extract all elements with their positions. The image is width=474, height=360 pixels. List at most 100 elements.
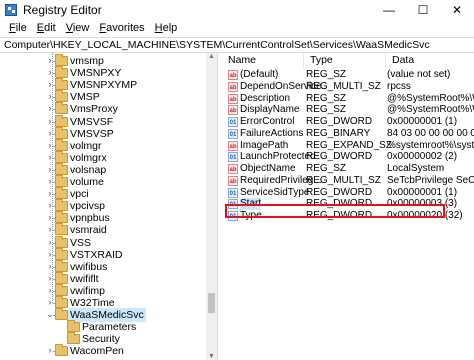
chevron-right-icon[interactable]: ›	[45, 103, 55, 113]
menu-help[interactable]: Help	[150, 22, 183, 34]
chevron-right-icon[interactable]: ›	[45, 164, 55, 174]
value-name: (Default)	[240, 69, 279, 80]
binary-value-icon: 01	[228, 117, 238, 127]
registry-value-row[interactable]: ab ObjectName REG_SZ LocalSystem	[222, 163, 474, 175]
column-header-data[interactable]: Data	[386, 53, 474, 68]
chevron-right-icon[interactable]: ›	[45, 91, 55, 101]
chevron-right-icon[interactable]: ›	[45, 212, 55, 222]
chevron-right-icon[interactable]: ›	[45, 285, 55, 295]
value-type: REG_DWORD	[306, 186, 373, 198]
window-controls: — ☐ ✕	[372, 0, 474, 20]
registry-value-row[interactable]: ab (Default) REG_SZ (value not set)	[222, 69, 474, 81]
column-header-name[interactable]: Name	[222, 53, 304, 68]
scroll-thumb[interactable]	[208, 293, 215, 313]
menu-file-accel: F	[9, 22, 16, 34]
binary-value-icon: 01	[228, 187, 238, 198]
menu-edit-accel: E	[36, 22, 45, 34]
close-button[interactable]: ✕	[440, 0, 474, 20]
maximize-button[interactable]: ☐	[406, 0, 440, 20]
chevron-right-icon[interactable]: ›	[45, 224, 55, 234]
address-path[interactable]: Computer\HKEY_LOCAL_MACHINE\SYSTEM\Curre…	[4, 39, 430, 51]
chevron-right-icon[interactable]: ›	[45, 297, 55, 307]
folder-icon	[55, 235, 68, 248]
folder-icon	[67, 320, 80, 333]
chevron-right-icon[interactable]: ›	[45, 67, 55, 77]
registry-value-row[interactable]: ab RequiredPrivileg... REG_MULTI_SZ SeTcbPr…	[222, 175, 474, 187]
value-data: SeTcbPrivilege SeChange	[387, 174, 474, 186]
menu-favorites[interactable]: Favorites	[94, 22, 149, 34]
value-data: rpcss	[387, 80, 411, 92]
registry-value-row[interactable]: abDisplayName REG_SZ @%SystemRoot%\WaaSMed…	[222, 104, 474, 116]
chevron-right-icon[interactable]: ›	[45, 128, 55, 138]
string-value-icon: ab	[228, 164, 238, 174]
chevron-right-icon[interactable]: ›	[45, 188, 55, 198]
tree-item-label: WacomPen	[70, 345, 124, 358]
registry-value-row[interactable]: 01 ErrorControl REG_DWORD 0x00000001 (1)	[222, 116, 474, 128]
value-type: REG_BINARY	[306, 127, 371, 139]
chevron-right-icon[interactable]: ›	[45, 261, 55, 271]
value-type: REG_MULTI_SZ	[306, 80, 381, 92]
folder-icon	[55, 114, 68, 127]
menu-help-label: elp	[162, 22, 178, 34]
menu-view[interactable]: View	[61, 22, 95, 34]
string-value-icon: ab	[228, 140, 238, 151]
folder-icon	[55, 126, 68, 139]
folder-icon	[55, 138, 68, 151]
value-name: ImagePath	[240, 139, 289, 151]
column-header-type[interactable]: Type	[304, 53, 386, 68]
folder-icon	[55, 211, 68, 224]
folder-icon	[55, 150, 68, 163]
tree-scrollbar[interactable]: ▲ ▼	[206, 53, 217, 360]
key-tree-pane[interactable]: › vmsmp › VMSNPXY › VMSNPXYMP › VMSP › VmsProxy › V…	[0, 53, 218, 360]
chevron-right-icon[interactable]: ›	[45, 273, 55, 283]
folder-icon	[55, 187, 68, 200]
chevron-right-icon[interactable]: ›	[45, 176, 55, 186]
registry-value-row[interactable]: ab DependOnService REG_MULTI_SZ rpcss	[222, 81, 474, 93]
menu-view-label: iew	[72, 22, 90, 34]
registry-value-row[interactable]: 01 LaunchProtected REG_DWORD 0x00000002 (2)	[222, 151, 474, 163]
scroll-down-arrow-icon[interactable]: ▼	[206, 353, 217, 360]
minimize-button[interactable]: —	[372, 0, 406, 20]
menu-help-accel: H	[154, 22, 163, 34]
registry-value-row[interactable]: 01 ServiceSidType REG_DWORD 0x00000001 (1)	[222, 187, 474, 199]
chevron-right-icon[interactable]: ›	[45, 200, 55, 210]
folder-icon	[55, 308, 68, 321]
value-type: REG_DWORD	[306, 116, 373, 127]
chevron-right-icon[interactable]: ›	[45, 116, 55, 126]
chevron-right-icon[interactable]: ›	[45, 79, 55, 89]
value-data: 0x00000001 (1)	[387, 116, 458, 127]
registry-value-row[interactable]: abDescription REG_SZ @%SystemRoot%\WaaSMed…	[222, 93, 474, 105]
value-type: REG_MULTI_SZ	[306, 174, 381, 186]
address-bar[interactable]: Computer\HKEY_LOCAL_MACHINE\SYSTEM\Curre…	[0, 37, 474, 53]
value-name: ObjectName	[240, 163, 296, 174]
chevron-right-icon[interactable]: ›	[45, 55, 55, 65]
value-type: REG_EXPAND_SZ	[306, 139, 392, 151]
chevron-right-icon[interactable]: ›	[45, 152, 55, 162]
chevron-down-icon[interactable]: ⌄	[45, 309, 55, 320]
folder-icon	[55, 162, 68, 175]
scroll-up-arrow-icon[interactable]: ▲	[206, 53, 217, 60]
folder-icon	[67, 332, 80, 345]
chevron-right-icon[interactable]: ›	[45, 345, 55, 355]
folder-icon	[55, 223, 68, 236]
string-value-icon: ab	[228, 105, 238, 116]
menu-view-accel: V	[65, 22, 73, 34]
folder-icon	[55, 90, 68, 103]
folder-icon	[55, 283, 68, 296]
value-data: 0x00000001 (1)	[387, 186, 458, 198]
menu-file[interactable]: File	[4, 22, 32, 34]
chevron-right-icon[interactable]: ›	[45, 140, 55, 150]
folder-icon	[55, 78, 68, 91]
value-data: (value not set)	[387, 69, 451, 80]
chevron-right-icon[interactable]: ›	[45, 237, 55, 247]
chevron-right-icon[interactable]: ›	[45, 249, 55, 259]
menu-edit[interactable]: Edit	[32, 22, 61, 34]
tree-item[interactable]: › WacomPen	[0, 344, 205, 358]
registry-value-row[interactable]: ab ImagePath REG_EXPAND_SZ %systemroot%\sys…	[222, 140, 474, 152]
registry-value-row[interactable]: 01 FailureActions REG_BINARY 84 03 00 00 00…	[222, 128, 474, 140]
menu-edit-label: dit	[44, 22, 56, 34]
menu-file-label: ile	[15, 22, 27, 34]
value-data: @%SystemRoot%\WaaSMedicSvc.dll,-10	[387, 92, 474, 104]
folder-icon	[55, 175, 68, 187]
folder-icon	[55, 66, 68, 79]
